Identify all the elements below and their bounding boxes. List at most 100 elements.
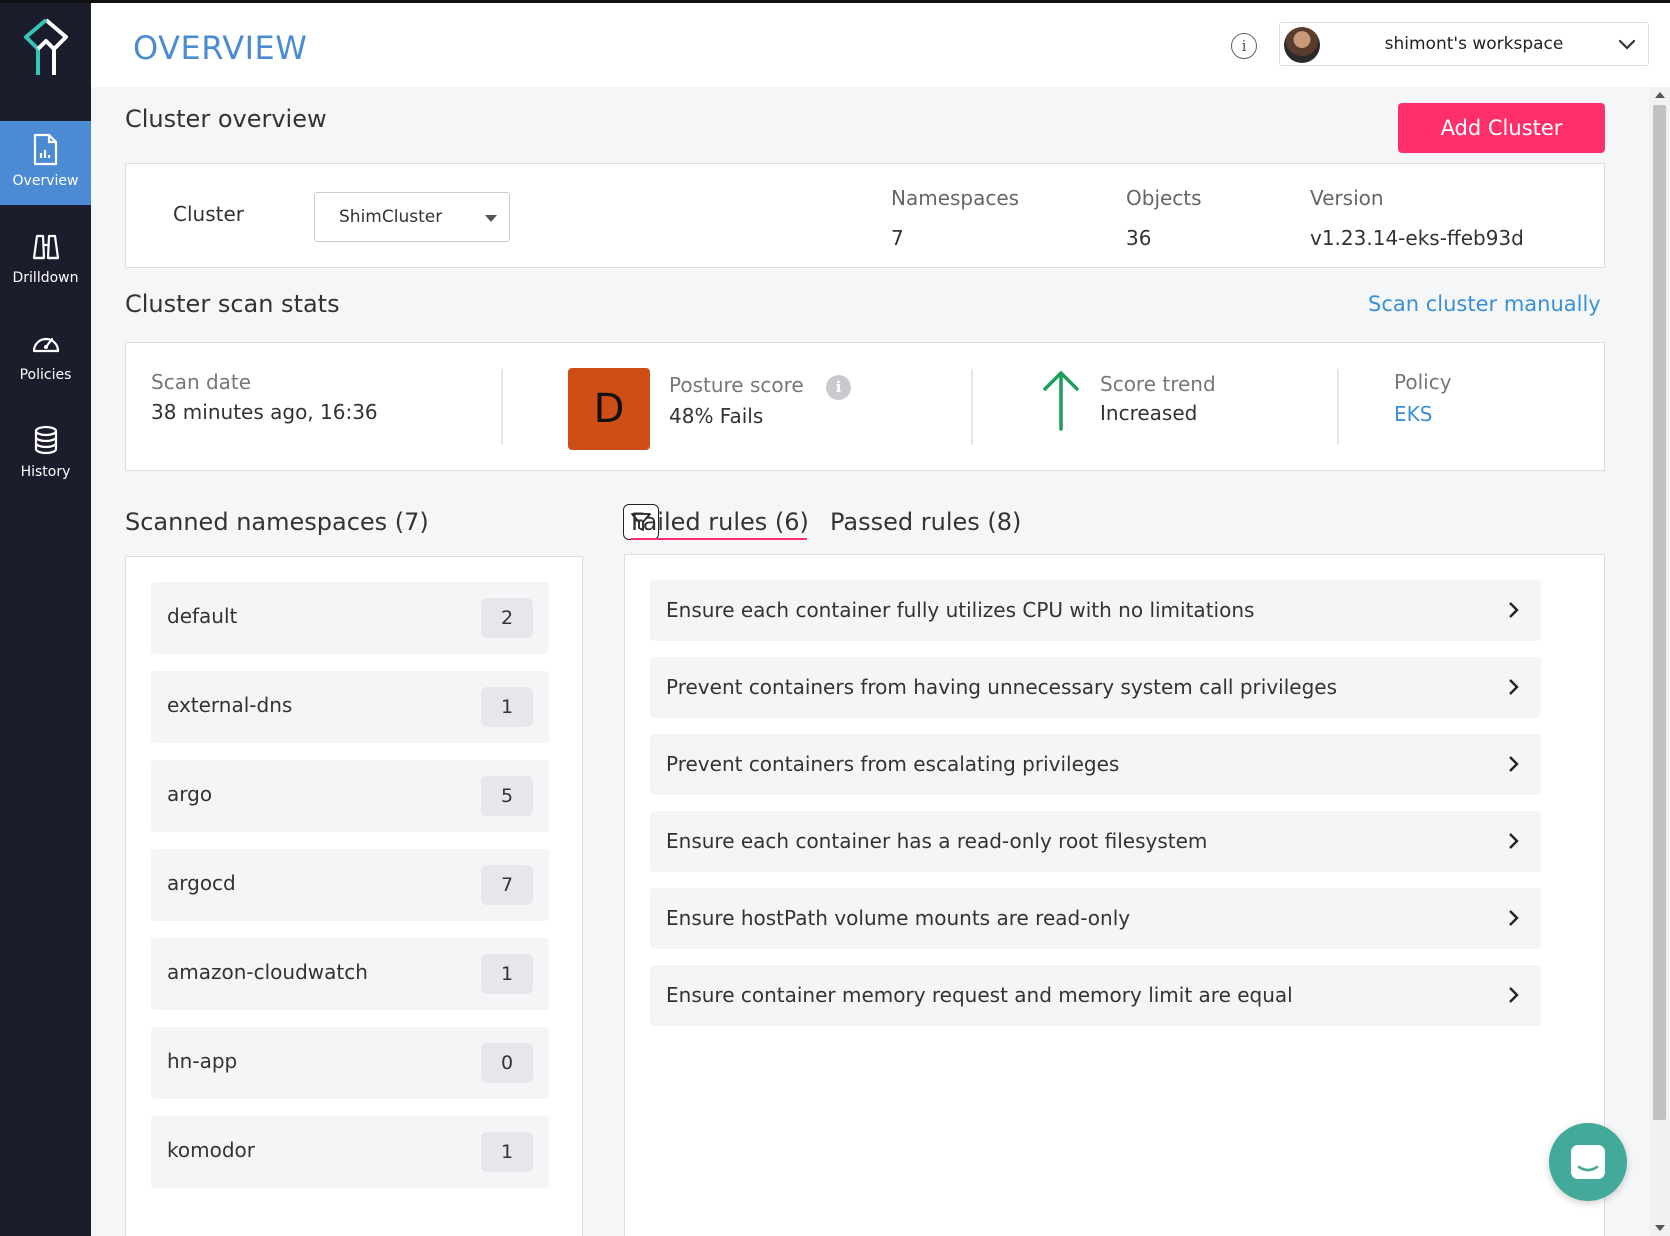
scroll-down-arrow-icon[interactable] <box>1655 1225 1665 1231</box>
namespace-count: 2 <box>481 598 533 638</box>
namespace-name: argocd <box>167 871 236 895</box>
rule-item[interactable]: Ensure each container fully utilizes CPU… <box>650 580 1541 641</box>
namespace-count: 7 <box>481 865 533 905</box>
namespace-count: 1 <box>481 954 533 994</box>
main-content: Cluster overview Add Cluster Cluster Shi… <box>91 87 1649 1236</box>
namespace-item[interactable]: argo 5 <box>151 760 549 832</box>
posture-grade-badge: D <box>568 368 650 450</box>
info-icon[interactable]: i <box>826 375 851 400</box>
chevron-down-icon <box>1618 39 1636 50</box>
rule-text: Ensure each container has a read-only ro… <box>666 829 1208 853</box>
namespaces-value: 7 <box>891 226 904 250</box>
divider <box>971 369 973 445</box>
rule-item[interactable]: Prevent containers from escalating privi… <box>650 734 1541 795</box>
rule-text: Ensure hostPath volume mounts are read-o… <box>666 906 1131 930</box>
namespace-item[interactable]: external-dns 1 <box>151 671 549 743</box>
objects-label: Objects <box>1126 186 1202 210</box>
score-trend-label: Score trend <box>1100 372 1216 396</box>
namespace-name: amazon-cloudwatch <box>167 960 368 984</box>
page-scrollbar[interactable] <box>1649 87 1670 1236</box>
rule-item[interactable]: Prevent containers from having unnecessa… <box>650 657 1541 718</box>
scan-date-label: Scan date <box>151 370 252 394</box>
chevron-right-icon <box>1509 910 1519 926</box>
namespace-count: 5 <box>481 776 533 816</box>
sidebar-item-overview[interactable]: Overview <box>0 121 91 205</box>
chevron-right-icon <box>1509 602 1519 618</box>
workspace-selector[interactable]: shimont's workspace <box>1279 22 1649 66</box>
scan-cluster-manually-link[interactable]: Scan cluster manually <box>1368 292 1601 316</box>
rule-text: Prevent containers from escalating privi… <box>666 752 1120 776</box>
chat-icon <box>1571 1145 1605 1179</box>
posture-score-value: 48% Fails <box>669 404 764 428</box>
sidebar-item-label: Overview <box>12 173 79 189</box>
sidebar-item-history[interactable]: History <box>0 412 91 496</box>
divider <box>1337 369 1339 445</box>
sidebar-item-label: Drilldown <box>12 270 79 286</box>
policy-link[interactable]: EKS <box>1394 402 1432 426</box>
namespace-count: 1 <box>481 1132 533 1172</box>
cluster-info-panel: Cluster ShimCluster Namespaces 7 Objects… <box>125 163 1605 268</box>
arrow-up-icon <box>1043 371 1079 431</box>
add-cluster-button[interactable]: Add Cluster <box>1398 103 1605 153</box>
active-tab-indicator <box>631 538 807 540</box>
rule-item[interactable]: Ensure hostPath volume mounts are read-o… <box>650 888 1541 949</box>
scan-stats-title: Cluster scan stats <box>125 290 340 318</box>
namespace-name: komodor <box>167 1138 255 1162</box>
namespace-count: 0 <box>481 1043 533 1083</box>
info-icon: i <box>1241 37 1247 55</box>
namespace-name: argo <box>167 782 213 806</box>
namespace-name: external-dns <box>167 693 293 717</box>
sidebar: Overview Drilldown Policies History <box>0 3 91 1236</box>
policy-label: Policy <box>1394 370 1452 394</box>
namespace-count: 1 <box>481 687 533 727</box>
scanned-namespaces-title: Scanned namespaces (7) <box>125 508 429 536</box>
namespace-item[interactable]: amazon-cloudwatch 1 <box>151 938 549 1010</box>
scan-stats-panel: Scan date 38 minutes ago, 16:36 D Postur… <box>125 342 1605 471</box>
namespaces-label: Namespaces <box>891 186 1020 210</box>
rule-item[interactable]: Ensure each container has a read-only ro… <box>650 811 1541 872</box>
database-icon <box>34 425 58 455</box>
score-trend-value: Increased <box>1100 401 1198 425</box>
top-header: OVERVIEW i shimont's workspace <box>91 3 1670 87</box>
sidebar-item-label: Policies <box>19 367 72 383</box>
namespace-item[interactable]: argocd 7 <box>151 849 549 921</box>
page-title: OVERVIEW <box>133 29 308 67</box>
chat-launcher-button[interactable] <box>1549 1123 1627 1201</box>
namespace-name: default <box>167 604 238 628</box>
rule-text: Ensure each container fully utilizes CPU… <box>666 598 1255 622</box>
chevron-right-icon <box>1509 679 1519 695</box>
namespace-item[interactable]: komodor 1 <box>151 1116 549 1188</box>
scroll-up-arrow-icon[interactable] <box>1655 92 1665 98</box>
rule-item[interactable]: Ensure container memory request and memo… <box>650 965 1541 1026</box>
caret-down-icon <box>485 215 497 222</box>
namespace-name: hn-app <box>167 1049 238 1073</box>
avatar <box>1284 27 1320 63</box>
rules-panel: Ensure each container fully utilizes CPU… <box>624 554 1605 1236</box>
sidebar-item-drilldown[interactable]: Drilldown <box>0 218 91 302</box>
cluster-select[interactable]: ShimCluster <box>314 192 510 242</box>
divider <box>501 369 503 445</box>
posture-score-label: Posture score <box>669 373 804 397</box>
info-button[interactable]: i <box>1231 33 1257 59</box>
app-logo-icon[interactable] <box>18 17 74 79</box>
chevron-right-icon <box>1509 987 1519 1003</box>
sidebar-item-policies[interactable]: Policies <box>0 315 91 399</box>
namespace-item[interactable]: hn-app 0 <box>151 1027 549 1099</box>
cluster-select-value: ShimCluster <box>339 207 443 227</box>
document-chart-icon <box>33 133 58 166</box>
cluster-label: Cluster <box>173 202 244 226</box>
tab-passed-rules[interactable]: Passed rules (8) <box>830 508 1021 536</box>
namespace-item[interactable]: default 2 <box>151 582 549 654</box>
chevron-right-icon <box>1509 756 1519 772</box>
workspace-name: shimont's workspace <box>1384 34 1564 54</box>
rule-text: Ensure container memory request and memo… <box>666 983 1293 1007</box>
version-label: Version <box>1310 186 1384 210</box>
sidebar-item-label: History <box>20 464 71 480</box>
cluster-overview-title: Cluster overview <box>125 105 327 133</box>
scrollbar-thumb[interactable] <box>1653 105 1666 1120</box>
binoculars-icon <box>32 234 60 260</box>
objects-value: 36 <box>1126 226 1152 250</box>
tab-failed-rules[interactable]: Failed rules (6) <box>631 508 809 536</box>
namespaces-panel: default 2 external-dns 1 argo 5 argocd 7… <box>125 556 583 1236</box>
chevron-right-icon <box>1509 833 1519 849</box>
